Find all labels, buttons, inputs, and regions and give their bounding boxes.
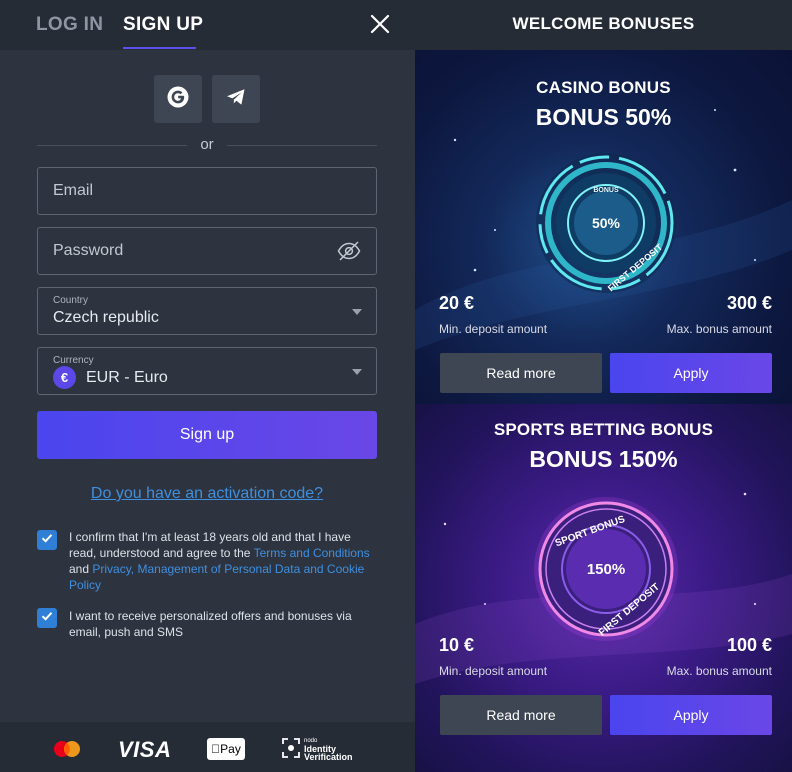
email-placeholder: Email — [53, 182, 94, 199]
apple-pay-logo: Pay — [207, 738, 245, 760]
country-value: Czech republic — [53, 309, 159, 326]
password-field[interactable]: Password — [37, 227, 377, 275]
visa-logo: VISA — [118, 737, 172, 762]
auth-panel: LOG IN SIGN UP or Email Password Country… — [0, 0, 415, 772]
idv-line2: Verification — [304, 752, 353, 762]
sports-max-label: Max. bonus amount — [666, 664, 772, 678]
sports-read-more-button[interactable]: Read more — [440, 695, 602, 735]
country-select[interactable]: Country Czech republic — [37, 287, 377, 335]
tab-login[interactable]: LOG IN — [36, 14, 103, 36]
auth-tabs: LOG IN SIGN UP — [0, 0, 415, 50]
casino-bonus-value: BONUS 50% — [535, 104, 672, 130]
casino-bonus-card: CASINO BONUS BONUS 50% BONUS 50% FIRST D… — [415, 50, 792, 404]
casino-max-amount: 300 € — [726, 293, 772, 313]
age-terms-text: I confirm that I'm at least 18 years old… — [69, 529, 379, 593]
sports-bonus-card: SPORTS BETTING BONUS BONUS 150% SPORT BO… — [415, 404, 792, 772]
casino-bonus-title: CASINO BONUS — [536, 78, 671, 97]
chevron-down-icon — [352, 369, 362, 375]
apple-icon:  — [211, 742, 220, 756]
bonuses-title: WELCOME BONUSES — [512, 14, 695, 33]
sports-apply-button[interactable]: Apply — [610, 695, 772, 735]
euro-icon: € — [53, 366, 76, 389]
sports-max-amount: 100 € — [726, 635, 772, 655]
close-icon[interactable] — [368, 12, 392, 36]
mastercard-icon — [52, 740, 82, 758]
divider-line — [227, 145, 377, 146]
sports-min-label: Min. deposit amount — [439, 664, 548, 678]
google-login-button[interactable] — [154, 75, 202, 123]
checkmark-icon — [40, 531, 54, 550]
sports-bonus-title: SPORTS BETTING BONUS — [493, 420, 714, 439]
currency-select[interactable]: Currency € EUR - Euro — [37, 347, 377, 395]
eye-icon[interactable] — [337, 240, 361, 267]
password-placeholder: Password — [53, 242, 124, 259]
sports-bonus-value: BONUS 150% — [529, 446, 678, 472]
bonuses-panel: WELCOME BONUSES CASINO BONUS BONUS 50% B… — [415, 0, 792, 772]
age-terms-checkbox[interactable] — [37, 530, 57, 550]
privacy-link[interactable]: Privacy, Management of Personal Data and… — [69, 562, 364, 592]
google-icon — [166, 85, 190, 114]
marketing-checkbox[interactable] — [37, 608, 57, 628]
sports-bonus-badge-icon: SPORT BONUS 150% FIRST DEPOSIT — [534, 497, 678, 641]
currency-label: Currency — [53, 355, 94, 366]
badge-percent: 150% — [587, 561, 625, 578]
casino-min-label: Min. deposit amount — [439, 322, 548, 336]
telegram-login-button[interactable] — [212, 75, 260, 123]
marketing-text: I want to receive personalized offers an… — [69, 609, 352, 639]
identity-verification-logo: nodo Identity Verification — [304, 737, 353, 762]
tab-signup[interactable]: SIGN UP — [123, 14, 203, 36]
casino-min-amount: 20 € — [439, 293, 475, 313]
signup-button[interactable]: Sign up — [37, 411, 377, 459]
casino-read-more-button[interactable]: Read more — [440, 353, 602, 393]
terms-link[interactable]: Terms and Conditions — [254, 546, 370, 560]
apple-pay-label: Pay — [215, 742, 241, 756]
consent-text: and — [69, 562, 93, 576]
sports-min-amount: 10 € — [439, 635, 475, 655]
telegram-icon — [224, 85, 248, 114]
country-label: Country — [53, 295, 89, 306]
or-divider: or — [37, 135, 377, 155]
email-field[interactable]: Email — [37, 167, 377, 215]
casino-max-label: Max. bonus amount — [666, 322, 772, 336]
badge-percent: 50% — [592, 215, 621, 231]
bonuses-header: WELCOME BONUSES — [415, 0, 792, 50]
casino-bonus-badge-icon: BONUS 50% FIRST DEPOSIT — [536, 153, 676, 293]
currency-value: EUR - Euro — [86, 369, 168, 386]
checkmark-icon — [40, 609, 54, 628]
active-tab-indicator — [123, 47, 196, 49]
activation-code-link[interactable]: Do you have an activation code? — [37, 485, 377, 503]
badge-top-label: BONUS — [593, 187, 619, 194]
casino-apply-button[interactable]: Apply — [610, 353, 772, 393]
chevron-down-icon — [352, 309, 362, 315]
